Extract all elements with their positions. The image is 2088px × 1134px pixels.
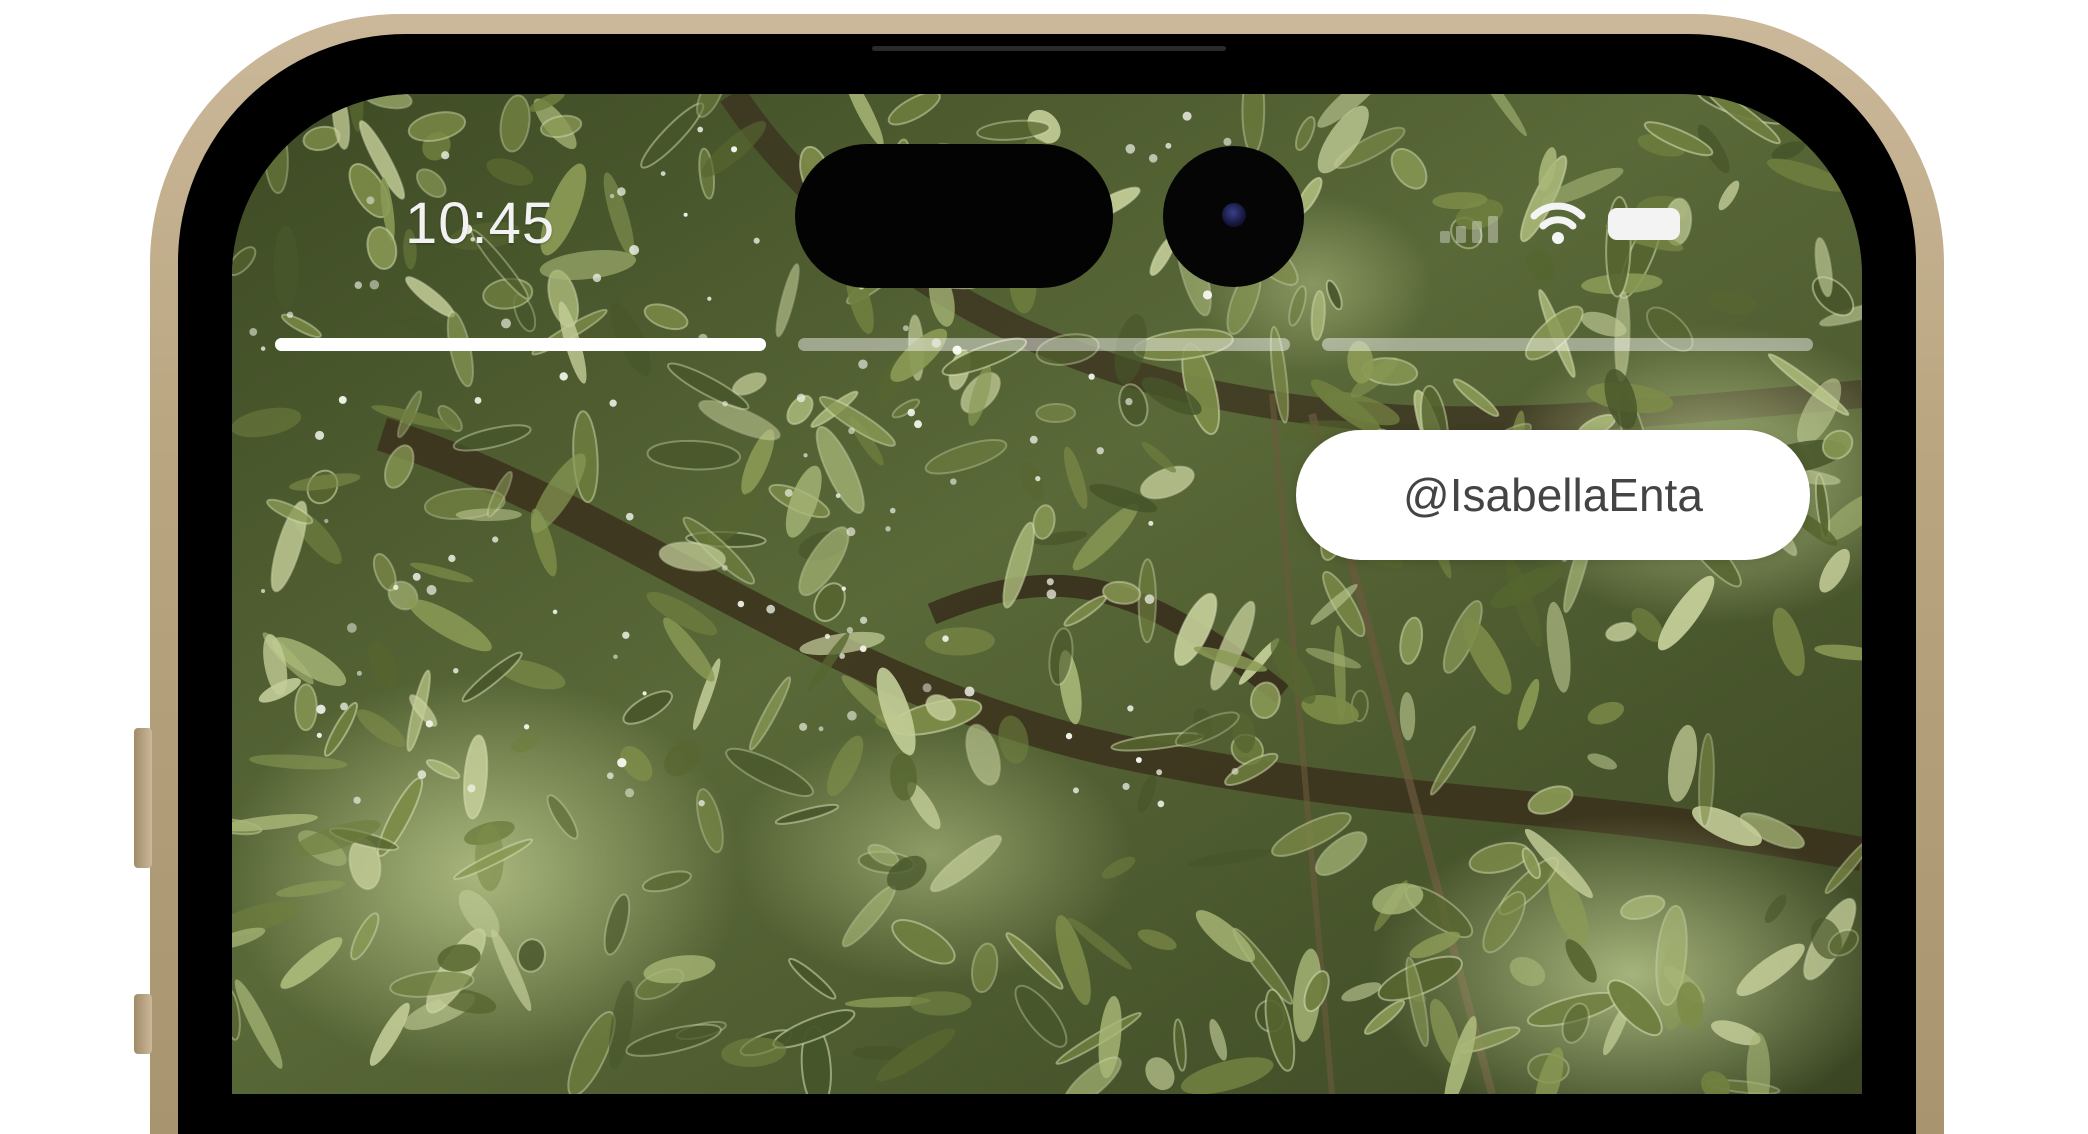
battery-icon	[1608, 208, 1680, 240]
story-progress-segment-fill	[275, 338, 767, 351]
side-button-volume	[134, 994, 152, 1054]
camera-lens-icon	[1222, 203, 1246, 227]
earpiece-speaker	[872, 46, 1226, 51]
story-progress-segment	[798, 338, 1290, 351]
dynamic-island	[795, 144, 1113, 288]
status-time: 10:45	[405, 191, 556, 256]
mention-sticker[interactable]: @IsabellaEnta	[1296, 430, 1810, 560]
side-button-action	[134, 728, 152, 868]
story-progress-segment	[1321, 338, 1813, 351]
mention-sticker-label: @IsabellaEnta	[1403, 469, 1703, 521]
cellular-signal-icon	[1440, 216, 1498, 243]
status-icons	[1440, 198, 1690, 248]
wifi-icon	[1530, 202, 1586, 244]
